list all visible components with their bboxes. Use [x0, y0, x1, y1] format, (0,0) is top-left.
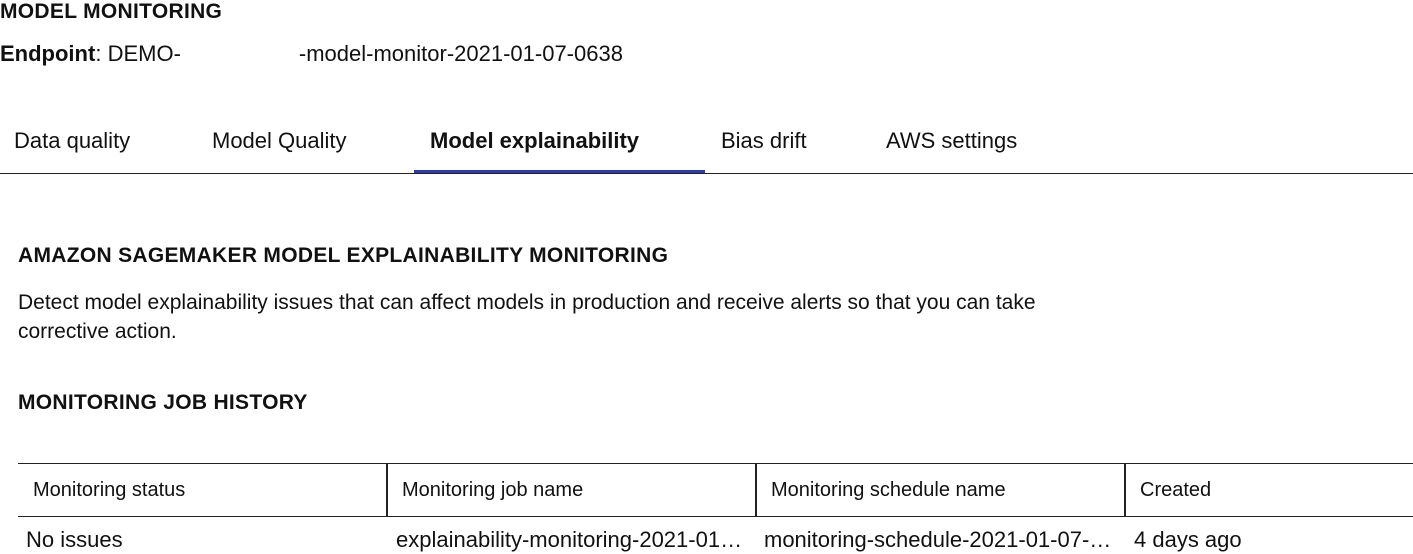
- section-description: Detect model explainability issues that …: [18, 291, 1036, 338]
- tab-bias-drift[interactable]: Bias drift: [721, 128, 807, 154]
- column-header-monitoring-status[interactable]: Monitoring status: [18, 464, 387, 516]
- cell-monitoring-status: No issues: [26, 527, 123, 552]
- tab-data-quality[interactable]: Data quality: [14, 128, 130, 154]
- section-title: AMAZON SAGEMAKER MODEL EXPLAINABILITY MO…: [18, 244, 669, 267]
- endpoint-name-prefix: DEMO-: [107, 41, 181, 66]
- cell-monitoring-job-name[interactable]: explainability-monitoring-2021-01-07-063…: [396, 526, 748, 554]
- cell-created: 4 days ago: [1134, 527, 1242, 552]
- active-tab-indicator: [414, 170, 705, 173]
- table-header: Monitoring status Monitoring job name Mo…: [18, 464, 1413, 517]
- cell-monitoring-schedule-name[interactable]: monitoring-schedule-2021-01-07-0638: [764, 526, 1119, 554]
- tab-aws-settings[interactable]: AWS settings: [886, 128, 1017, 154]
- page-title: MODEL MONITORING: [0, 0, 223, 23]
- column-header-monitoring-schedule-name[interactable]: Monitoring schedule name: [756, 464, 1125, 516]
- tab-model-quality[interactable]: Model Quality: [212, 128, 347, 154]
- endpoint-separator: :: [95, 41, 102, 66]
- job-history-table: Monitoring status Monitoring job name Mo…: [18, 463, 1413, 554]
- tab-model-explainability[interactable]: Model explainability: [430, 128, 639, 154]
- tab-bar: Data quality Model Quality Model explain…: [0, 112, 1413, 174]
- column-header-monitoring-job-name[interactable]: Monitoring job name: [387, 464, 756, 516]
- job-history-title: MONITORING JOB HISTORY: [18, 391, 308, 414]
- endpoint-line: Endpoint: DEMO- -model-monitor-2021-01-07…: [0, 41, 623, 67]
- endpoint-label: Endpoint: [0, 41, 96, 66]
- endpoint-name-suffix: -model-monitor-2021-01-07-0638: [298, 41, 623, 66]
- column-header-created[interactable]: Created: [1125, 464, 1413, 516]
- model-monitoring-page: MODEL MONITORING Endpoint: DEMO- -model-m…: [0, 0, 1413, 554]
